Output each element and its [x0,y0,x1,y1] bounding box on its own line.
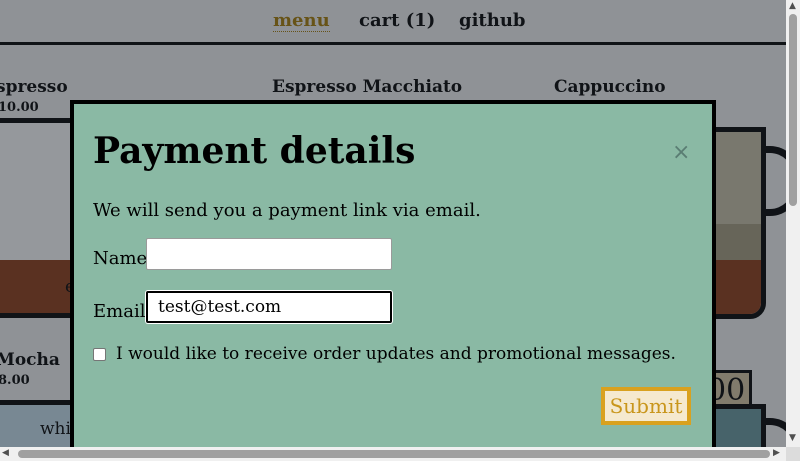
email-input[interactable] [146,291,392,323]
scroll-up-arrow-icon[interactable]: ▲ [789,1,796,11]
scroll-right-arrow-icon[interactable]: ▶ [773,448,780,458]
email-label: Email [93,301,146,322]
dialog-description: We will send you a payment link via emai… [93,200,481,221]
payment-details-dialog: Payment details × We will send you a pay… [70,100,716,447]
scroll-down-arrow-icon[interactable]: ▼ [789,433,796,443]
submit-button[interactable]: Submit [601,387,691,425]
promotional-messages-label[interactable]: I would like to receive order updates an… [116,344,676,364]
promotional-messages-checkbox[interactable] [93,348,106,361]
scroll-left-arrow-icon[interactable]: ◀ [2,448,9,458]
scrollbar-corner [786,447,800,461]
vertical-scrollbar[interactable]: ▲ ▼ [786,0,800,447]
name-input[interactable] [146,238,392,270]
dialog-title: Payment details [93,130,416,172]
name-label: Name [93,248,148,269]
horizontal-scroll-thumb[interactable] [18,450,770,458]
close-icon[interactable]: × [672,140,690,165]
vertical-scroll-thumb[interactable] [789,14,797,206]
horizontal-scrollbar[interactable]: ◀ ▶ [0,447,786,461]
